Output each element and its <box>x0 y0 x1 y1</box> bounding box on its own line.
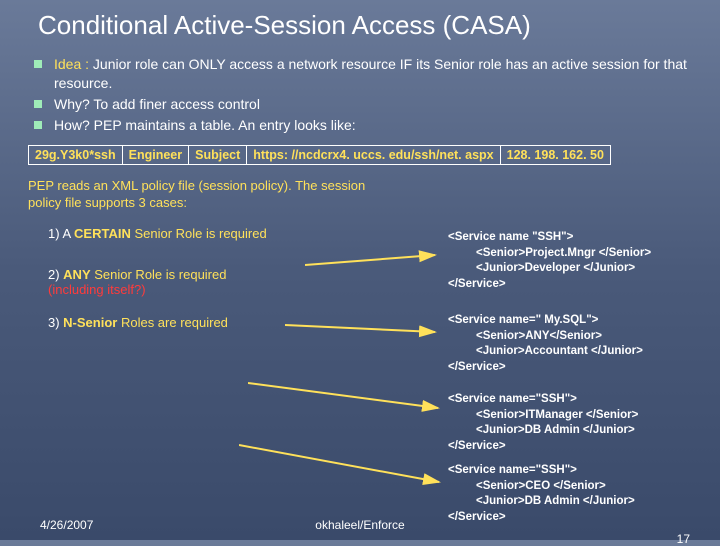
bullet-text: How? PEP maintains a table. An entry loo… <box>54 117 356 133</box>
xml-line: <Service name="SSH"> <box>448 464 577 476</box>
xml-block-3: <Service name="SSH"> <Senior>ITManager <… <box>448 392 638 454</box>
table-cell: Subject <box>189 145 247 164</box>
pep-text: PEP reads an XML policy file (session po… <box>28 177 368 212</box>
bullet-square-icon <box>34 100 42 108</box>
xml-line: <Senior>ITManager </Senior> <box>448 408 638 424</box>
xml-line: <Service name "SSH"> <box>448 231 573 243</box>
arrow-icon <box>248 378 443 418</box>
bullet-item: Idea : Junior role can ONLY access a net… <box>34 55 692 93</box>
footer: 4/26/2007 okhaleel/Enforce 17 <box>0 518 720 532</box>
xml-line: </Service> <box>448 361 506 373</box>
xml-line: <Junior>Accountant </Junior> <box>448 344 643 360</box>
bullet-square-icon <box>34 60 42 68</box>
bullet-text: Junior role can ONLY access a network re… <box>54 56 687 91</box>
case-prefix: 2) <box>48 267 63 282</box>
arrow-icon <box>239 440 444 490</box>
bullet-square-icon <box>34 121 42 129</box>
xml-line: <Service name=" My.SQL"> <box>448 314 598 326</box>
case-danger: (including itself?) <box>48 282 146 297</box>
case-bold: CERTAIN <box>74 226 131 241</box>
xml-line: <Senior>CEO </Senior> <box>448 479 635 495</box>
xml-line: <Senior>ANY</Senior> <box>448 329 643 345</box>
case-suffix: Roles are required <box>117 315 228 330</box>
case-bold: N-Senior <box>63 315 117 330</box>
footer-page: 17 <box>677 532 690 546</box>
xml-block-2: <Service name=" My.SQL"> <Senior>ANY</Se… <box>448 313 643 375</box>
table-cell: Engineer <box>122 145 189 164</box>
footer-center: okhaleel/Enforce <box>0 518 720 532</box>
case-prefix: 1) A <box>48 226 74 241</box>
xml-line: </Service> <box>448 278 506 290</box>
case-suffix: Senior Role is required <box>91 267 227 282</box>
xml-line: <Junior>DB Admin </Junior> <box>448 494 635 510</box>
bullet-text: Why? To add finer access control <box>54 96 260 112</box>
bullet-list: Idea : Junior role can ONLY access a net… <box>34 55 692 135</box>
slide-title: Conditional Active-Session Access (CASA) <box>38 10 692 41</box>
case-prefix: 3) <box>48 315 63 330</box>
table-cell: https: //ncdcrx4. uccs. edu/ssh/net. asp… <box>247 145 500 164</box>
xml-block-1: <Service name "SSH"> <Senior>Project.Mng… <box>448 230 651 292</box>
bullet-item: How? PEP maintains a table. An entry loo… <box>34 116 692 135</box>
footer-date: 4/26/2007 <box>40 518 93 532</box>
case-suffix: Senior Role is required <box>131 226 267 241</box>
xml-block-4: <Service name="SSH"> <Senior>CEO </Senio… <box>448 463 635 525</box>
xml-line: </Service> <box>448 440 506 452</box>
entry-table: 29g.Y3k0*ssh Engineer Subject https: //n… <box>28 145 611 165</box>
table-cell: 29g.Y3k0*ssh <box>29 145 123 164</box>
xml-line: <Junior>Developer </Junior> <box>448 261 651 277</box>
bullet-label: Idea : <box>54 56 89 72</box>
xml-line: <Service name="SSH"> <box>448 393 577 405</box>
case-bold: ANY <box>63 267 90 282</box>
bullet-item: Why? To add finer access control <box>34 95 692 114</box>
xml-line: <Junior>DB Admin </Junior> <box>448 423 638 439</box>
xml-line: <Senior>Project.Mngr </Senior> <box>448 246 651 262</box>
table-cell: 128. 198. 162. 50 <box>500 145 610 164</box>
